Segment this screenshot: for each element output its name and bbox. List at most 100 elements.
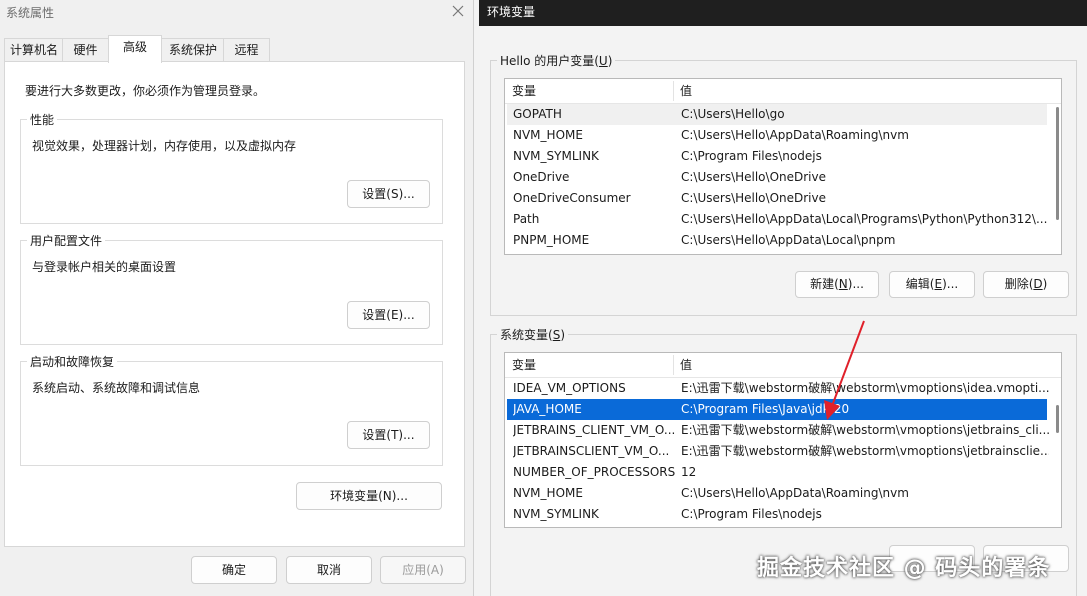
user-edit-button[interactable]: 编辑(E)... (889, 271, 975, 298)
user-profile-desc: 与登录帐户相关的桌面设置 (32, 260, 177, 274)
tab-advanced[interactable]: 高级 (108, 35, 162, 63)
user-profile-settings-button[interactable]: 设置(E)... (347, 301, 430, 329)
variable-value-cell: C:\Users\Hello\go (681, 107, 785, 121)
performance-settings-button[interactable]: 设置(S)... (347, 180, 430, 208)
cancel-button[interactable]: 取消 (286, 556, 372, 584)
user-variables-title: Hello 的用户变量(U) (497, 52, 616, 69)
table-row[interactable]: JETBRAINSCLIENT_VM_O... E:\迅雷下载\webstorm破… (507, 441, 1049, 462)
delete-key: D (1033, 277, 1043, 291)
list-header: 变量 值 (505, 79, 1061, 104)
list-header: 变量 值 (505, 353, 1061, 378)
user-profile-title: 用户配置文件 (27, 232, 106, 249)
edit-key: E (934, 277, 943, 291)
variable-name-cell: JETBRAINS_CLIENT_VM_O... (513, 423, 675, 437)
table-row[interactable]: OneDrive C:\Users\Hello\OneDrive (507, 167, 1047, 188)
table-row[interactable]: Path C:\Users\Hello\AppData\Local\Program… (507, 209, 1047, 230)
variable-value-cell: C:\Users\Hello\OneDrive (681, 191, 826, 205)
user-new-button[interactable]: 新建(N)... (795, 271, 879, 298)
variable-value-cell: C:\Users\Hello\AppData\Roaming\nvm (681, 486, 909, 500)
table-row[interactable]: NVM_HOME C:\Users\Hello\AppData\Roaming\n… (507, 125, 1047, 146)
variable-name-cell: PNPM_HOME (513, 233, 590, 247)
variable-value-cell: C:\Users\Hello\AppData\Local\pnpm (681, 233, 896, 247)
variable-name-cell: JETBRAINSCLIENT_VM_O... (513, 444, 670, 458)
ok-button[interactable]: 确定 (191, 556, 277, 584)
window-title: 系统属性 (6, 6, 55, 20)
system-variables-title-suffix: ) (560, 328, 565, 342)
column-header-value[interactable]: 值 (680, 353, 692, 377)
table-row[interactable]: NVM_SYMLINK C:\Program Files\nodejs (507, 504, 1047, 525)
table-row[interactable]: NUMBER_OF_PROCESSORS 12 (507, 462, 1047, 483)
column-header-name[interactable]: 变量 (512, 353, 536, 377)
column-header-value[interactable]: 值 (680, 79, 692, 103)
variable-name-cell: NUMBER_OF_PROCESSORS (513, 465, 675, 479)
variable-value-cell: C:\Users\Hello\AppData\Local\Programs\Py… (681, 212, 1048, 226)
user-variables-title-key: U (598, 54, 608, 68)
variable-name-cell: NVM_HOME (513, 486, 583, 500)
user-delete-button[interactable]: 删除(D) (983, 271, 1069, 298)
user-list-scrollbar[interactable] (1056, 107, 1059, 220)
variable-name-cell: OneDrive (513, 170, 570, 184)
delete-suffix: ) (1042, 277, 1048, 291)
startup-recovery-desc: 系统启动、系统故障和调试信息 (32, 381, 201, 395)
variable-name-cell: JAVA_HOME (513, 402, 582, 416)
edit-suffix: )... (942, 277, 959, 291)
system-variables-list[interactable]: 变量 值 IDEA_VM_OPTIONS E:\迅雷下载\webstorm破解\w… (504, 352, 1062, 528)
variable-value-cell: 12 (681, 465, 697, 479)
column-separator (673, 355, 674, 375)
table-row[interactable]: IDEA_VM_OPTIONS E:\迅雷下载\webstorm破解\websto… (507, 378, 1049, 399)
new-suffix: )... (847, 277, 864, 291)
table-row[interactable]: PNPM_HOME C:\Users\Hello\AppData\Local\pn… (507, 230, 1047, 251)
variable-value-cell: C:\Program Files\nodejs (681, 507, 822, 521)
tab-remote[interactable]: 远程 (223, 38, 270, 62)
system-list-scrollbar[interactable] (1056, 405, 1059, 433)
watermark-text: 掘金技术社区 @ 码头的署条 (757, 556, 1051, 581)
environment-variables-button[interactable]: 环境变量(N)... (296, 482, 442, 510)
startup-settings-button[interactable]: 设置(T)... (347, 421, 430, 449)
apply-button[interactable]: 应用(A) (380, 556, 466, 584)
table-row[interactable]: OneDriveConsumer C:\Users\Hello\OneDrive (507, 188, 1047, 209)
new-key: N (838, 277, 848, 291)
table-row[interactable]: JAVA_HOME C:\Program Files\Java\jdk-20 (507, 399, 1047, 420)
title-bar: 环境变量 (479, 0, 1087, 26)
variable-name-cell: OneDriveConsumer (513, 191, 631, 205)
admin-note: 要进行大多数更改，你必须作为管理员登录。 (25, 84, 266, 98)
user-variables-list[interactable]: 变量 值 GOPATH C:\Users\Hello\go NVM_HOME C:\U… (504, 78, 1062, 255)
environment-variables-window: 环境变量 Hello 的用户变量(U) 变量 值 GOPATH C:\Users\… (479, 0, 1087, 596)
startup-recovery-group (20, 361, 443, 466)
user-variables-title-prefix: Hello 的用户变量( (500, 54, 599, 68)
edit-label: 编辑( (905, 277, 935, 291)
close-icon[interactable] (451, 4, 467, 20)
variable-name-cell: GOPATH (513, 107, 562, 121)
window-title: 环境变量 (487, 5, 536, 19)
system-variables-title: 系统变量(S) (497, 326, 568, 343)
table-row[interactable]: GOPATH C:\Users\Hello\go (507, 104, 1047, 125)
table-row[interactable]: NVM_HOME C:\Users\Hello\AppData\Roaming\n… (507, 483, 1047, 504)
variable-value-cell: C:\Users\Hello\OneDrive (681, 170, 826, 184)
tab-system-protection[interactable]: 系统保护 (161, 38, 225, 62)
performance-group (20, 119, 443, 224)
variable-name-cell: NVM_HOME (513, 128, 583, 142)
variable-name-cell: NVM_SYMLINK (513, 149, 599, 163)
performance-title: 性能 (27, 111, 58, 128)
advanced-panel: 要进行大多数更改，你必须作为管理员登录。 性能 视觉效果，处理器计划，内存使用，… (4, 61, 465, 547)
user-profile-group (20, 240, 443, 345)
table-row[interactable]: NVM_SYMLINK C:\Program Files\nodejs (507, 146, 1047, 167)
system-variables-title-prefix: 系统变量( (500, 328, 553, 342)
user-variables-title-suffix: ) (607, 54, 613, 68)
tab-hardware[interactable]: 硬件 (62, 38, 109, 62)
system-properties-window: 系统属性 计算机名 硬件 高级 系统保护 远程 要进行大多数更改，你必须作为管理… (0, 0, 474, 596)
tab-computer-name[interactable]: 计算机名 (4, 38, 64, 62)
column-separator (673, 81, 674, 101)
variable-name-cell: NVM_SYMLINK (513, 507, 599, 521)
table-row[interactable]: JETBRAINS_CLIENT_VM_O... E:\迅雷下载\webstorm… (507, 420, 1049, 441)
variable-name-cell: Path (513, 212, 540, 226)
delete-label: 删除( (1004, 277, 1034, 291)
performance-desc: 视觉效果，处理器计划，内存使用，以及虚拟内存 (32, 139, 297, 153)
variable-name-cell: IDEA_VM_OPTIONS (513, 381, 626, 395)
column-header-name[interactable]: 变量 (512, 79, 536, 103)
new-label: 新建( (810, 277, 839, 291)
annotation-arrow-icon (824, 320, 865, 420)
variable-value-cell: E:\迅雷下载\webstorm破解\webstorm\vmoptions\je… (681, 444, 1049, 458)
variable-value-cell: C:\Program Files\nodejs (681, 149, 822, 163)
variable-value-cell: C:\Users\Hello\AppData\Roaming\nvm (681, 128, 909, 142)
